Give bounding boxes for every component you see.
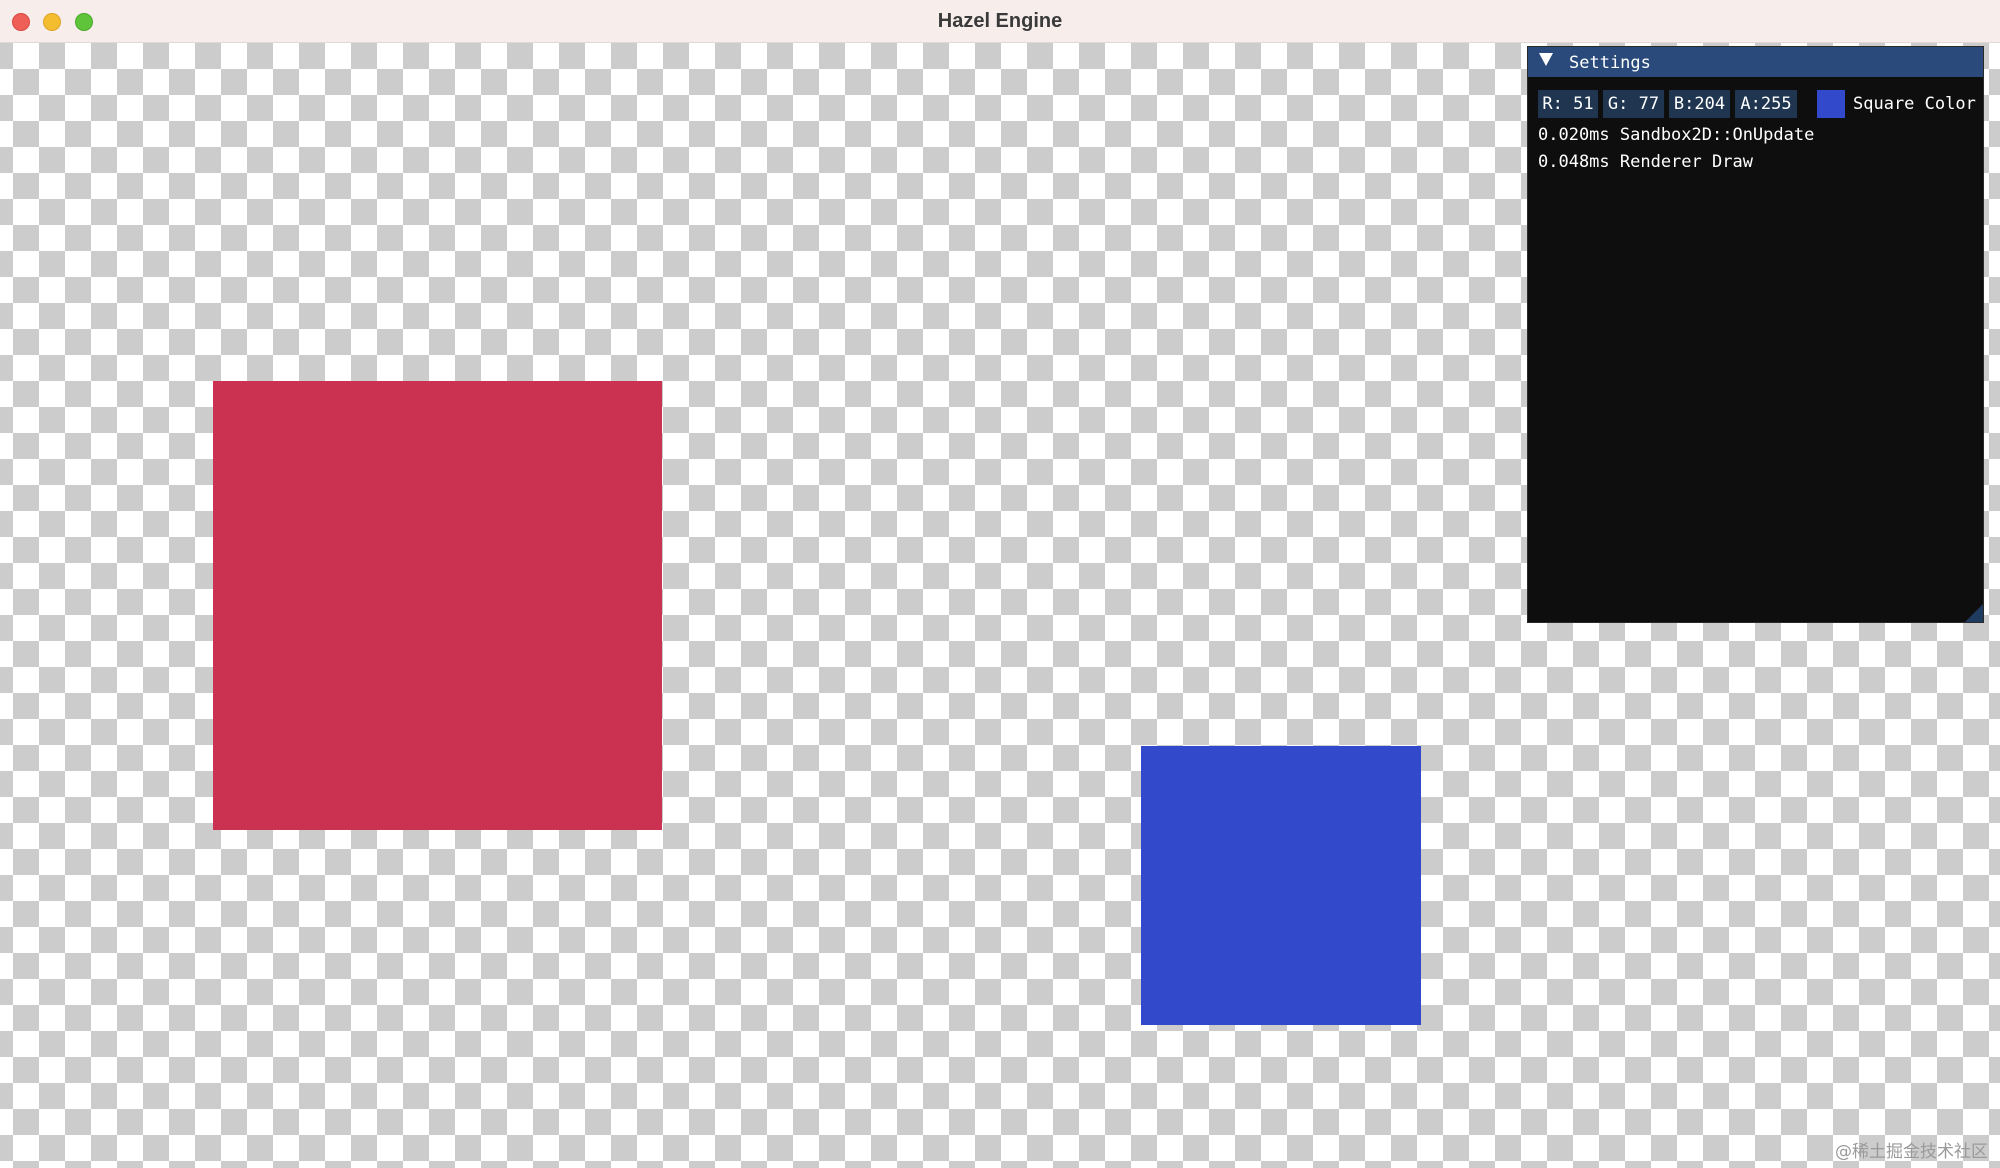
red-square-quad bbox=[213, 381, 662, 830]
settings-panel-title: Settings bbox=[1569, 53, 1651, 73]
triangle-down-icon[interactable] bbox=[1539, 53, 1553, 66]
settings-panel[interactable]: Settings R: 51 G: 77 B:204 A:255 Square … bbox=[1527, 46, 1984, 623]
profile-stat-onupdate: 0.020ms Sandbox2D::OnUpdate bbox=[1538, 125, 1815, 145]
app-window: Hazel Engine Settings R: 51 G: 77 B:204 … bbox=[0, 0, 2000, 1168]
window-title: Hazel Engine bbox=[937, 10, 1063, 32]
color-r-field[interactable]: R: 51 bbox=[1538, 90, 1598, 118]
profile-stat-renderer-draw: 0.048ms Renderer Draw bbox=[1538, 152, 1753, 172]
blue-square-quad bbox=[1141, 746, 1421, 1025]
color-g-field[interactable]: G: 77 bbox=[1603, 90, 1664, 118]
color-a-field[interactable]: A:255 bbox=[1735, 90, 1797, 118]
square-color-label: Square Color bbox=[1853, 94, 1976, 114]
settings-panel-header[interactable]: Settings bbox=[1528, 47, 1983, 77]
title-bar[interactable]: Hazel Engine bbox=[0, 0, 2000, 43]
color-b-field[interactable]: B:204 bbox=[1669, 90, 1730, 118]
watermark: @稀土掘金技术社区 bbox=[1835, 1142, 1988, 1162]
panel-resize-grip[interactable] bbox=[1965, 604, 1983, 622]
color-swatch-button[interactable] bbox=[1817, 90, 1845, 118]
